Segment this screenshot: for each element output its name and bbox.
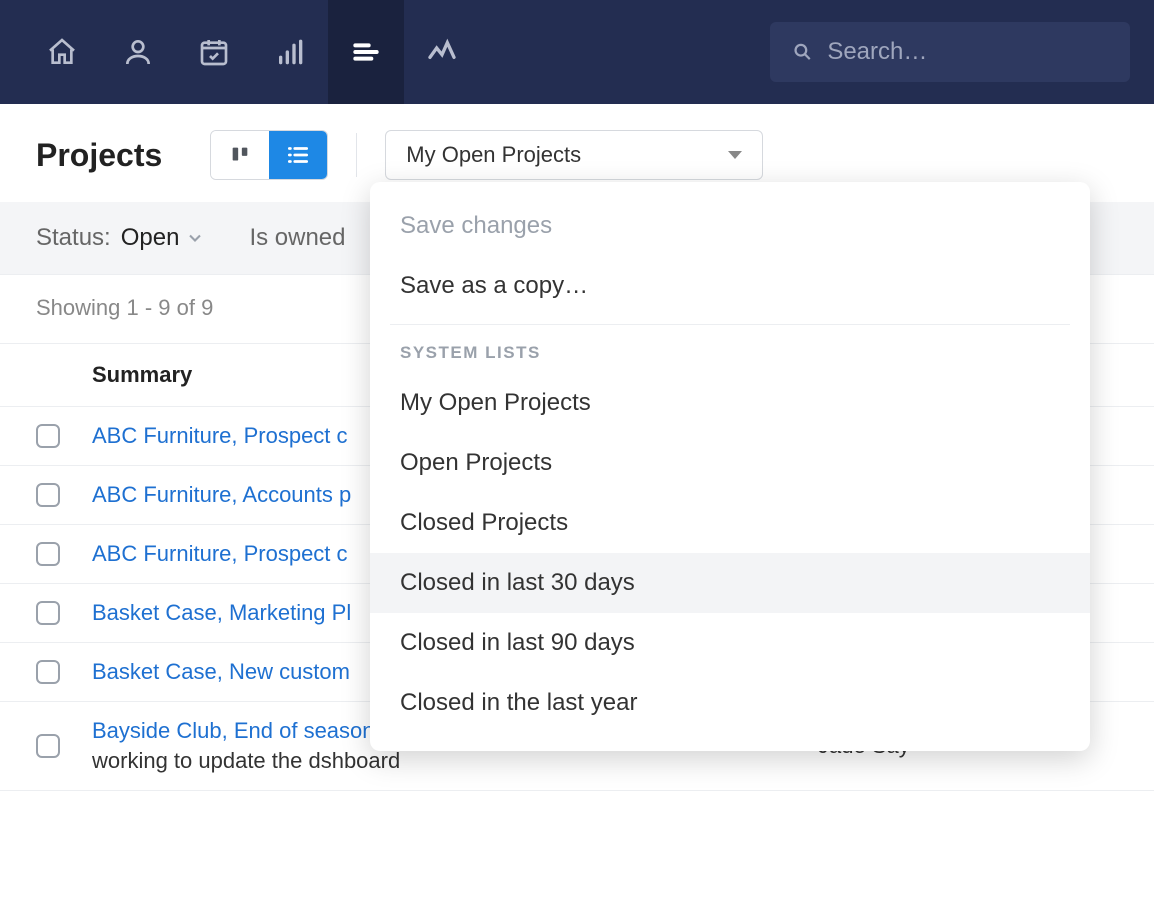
dropdown-save-changes: Save changes xyxy=(370,196,1090,256)
board-icon xyxy=(229,144,251,166)
top-navbar xyxy=(0,0,1154,104)
page-title: Projects xyxy=(36,137,162,174)
row-checkbox[interactable] xyxy=(36,424,60,448)
dropdown-save-copy[interactable]: Save as a copy… xyxy=(370,256,1090,316)
filter-owned-label: Is owned xyxy=(249,224,345,252)
nav-projects[interactable] xyxy=(328,0,404,104)
filter-status-value: Open xyxy=(121,224,180,252)
search-icon xyxy=(792,40,813,64)
search-box[interactable] xyxy=(770,22,1130,82)
row-checkbox[interactable] xyxy=(36,483,60,507)
row-checkbox[interactable] xyxy=(36,601,60,625)
view-board-button[interactable] xyxy=(211,131,269,179)
view-list-button[interactable] xyxy=(269,131,327,179)
bars-icon xyxy=(274,36,306,68)
dropdown-list-item[interactable]: Open Projects xyxy=(370,433,1090,493)
nav-activity[interactable] xyxy=(404,0,480,104)
row-subtext: working to update the dshboard xyxy=(92,748,818,774)
nav-contacts[interactable] xyxy=(100,0,176,104)
dropdown-list-item[interactable]: Closed in last 30 days xyxy=(370,553,1090,613)
filter-owned[interactable]: Is owned xyxy=(249,224,345,252)
row-checkbox[interactable] xyxy=(36,734,60,758)
view-toggle xyxy=(210,130,328,180)
nav-calendar[interactable] xyxy=(176,0,252,104)
nav-reports[interactable] xyxy=(252,0,328,104)
person-icon xyxy=(122,36,154,68)
filter-status-label: Status: xyxy=(36,224,111,252)
divider xyxy=(390,324,1070,325)
home-icon xyxy=(46,36,78,68)
search-input[interactable] xyxy=(827,38,1108,66)
row-checkbox[interactable] xyxy=(36,542,60,566)
list-icon xyxy=(350,36,382,68)
spark-icon xyxy=(426,36,458,68)
nav-home[interactable] xyxy=(24,0,100,104)
filter-select-label: My Open Projects xyxy=(406,142,581,168)
dropdown-section-heading: SYSTEM LISTS xyxy=(370,335,1090,373)
filter-status[interactable]: Status: Open xyxy=(36,224,205,252)
divider xyxy=(356,133,357,177)
nav-icons xyxy=(24,0,480,104)
filter-select[interactable]: My Open Projects xyxy=(385,130,763,180)
dropdown-list-item[interactable]: Closed in the last year xyxy=(370,673,1090,733)
chevron-down-icon xyxy=(185,228,205,248)
dropdown-list-item[interactable]: Closed in last 90 days xyxy=(370,613,1090,673)
dropdown-list-item[interactable]: Closed Projects xyxy=(370,493,1090,553)
filter-dropdown: Save changes Save as a copy… SYSTEM LIST… xyxy=(370,182,1090,751)
dropdown-list-item[interactable]: My Open Projects xyxy=(370,373,1090,433)
search-wrap xyxy=(770,22,1130,82)
row-checkbox[interactable] xyxy=(36,660,60,684)
calendar-check-icon xyxy=(198,36,230,68)
list-view-icon xyxy=(285,142,311,168)
chevron-down-icon xyxy=(728,151,742,159)
